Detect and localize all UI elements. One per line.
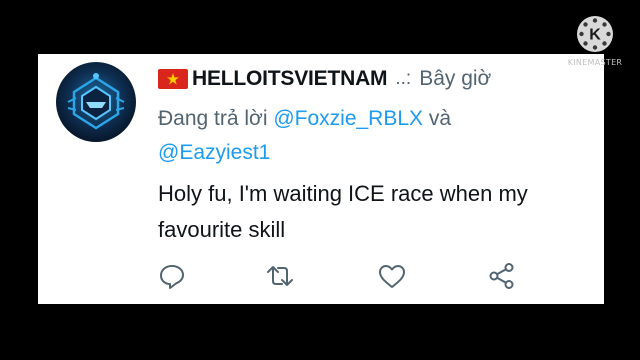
kinemaster-logo-icon: K [577,16,613,52]
retweet-icon [267,266,293,286]
like-button[interactable] [376,260,408,292]
like-icon [379,265,405,288]
tweet-header: HELLOITSVIETNAM ..: Bây giờ [158,66,491,92]
reply-prefix: Đang trả lời [158,107,274,130]
reply-icon [160,265,184,289]
mention-link[interactable]: @Foxzie_RBLX [273,107,423,130]
tweet-card[interactable]: HELLOITSVIETNAM ..: Bây giờ Đang trả lời… [38,54,604,304]
reply-button[interactable] [156,260,188,292]
timestamp[interactable]: Bây giờ [419,67,491,91]
retweet-button[interactable] [264,260,296,292]
share-button[interactable] [486,260,518,292]
avatar[interactable] [56,62,136,142]
mention-link[interactable]: @Eazyiest1 [158,141,270,164]
tweet-actions [156,260,536,292]
vietnam-flag-icon [158,69,188,89]
share-icon [489,263,514,289]
display-name[interactable]: HELLOITSVIETNAM [192,67,388,91]
tweet-text: Holy fu, I'm waiting ICE race when my fa… [158,181,528,242]
kinemaster-watermark: K KINEMASTER [565,16,625,68]
reply-conjunction: và [423,107,452,130]
watermark-letter: K [589,27,601,44]
avatar-robot-icon [67,73,125,130]
watermark-text: KINEMASTER [567,58,623,67]
reply-context: Đang trả lời @Foxzie_RBLX và @Eazyiest1 [158,102,578,170]
truncation-dots: ..: [395,68,412,89]
